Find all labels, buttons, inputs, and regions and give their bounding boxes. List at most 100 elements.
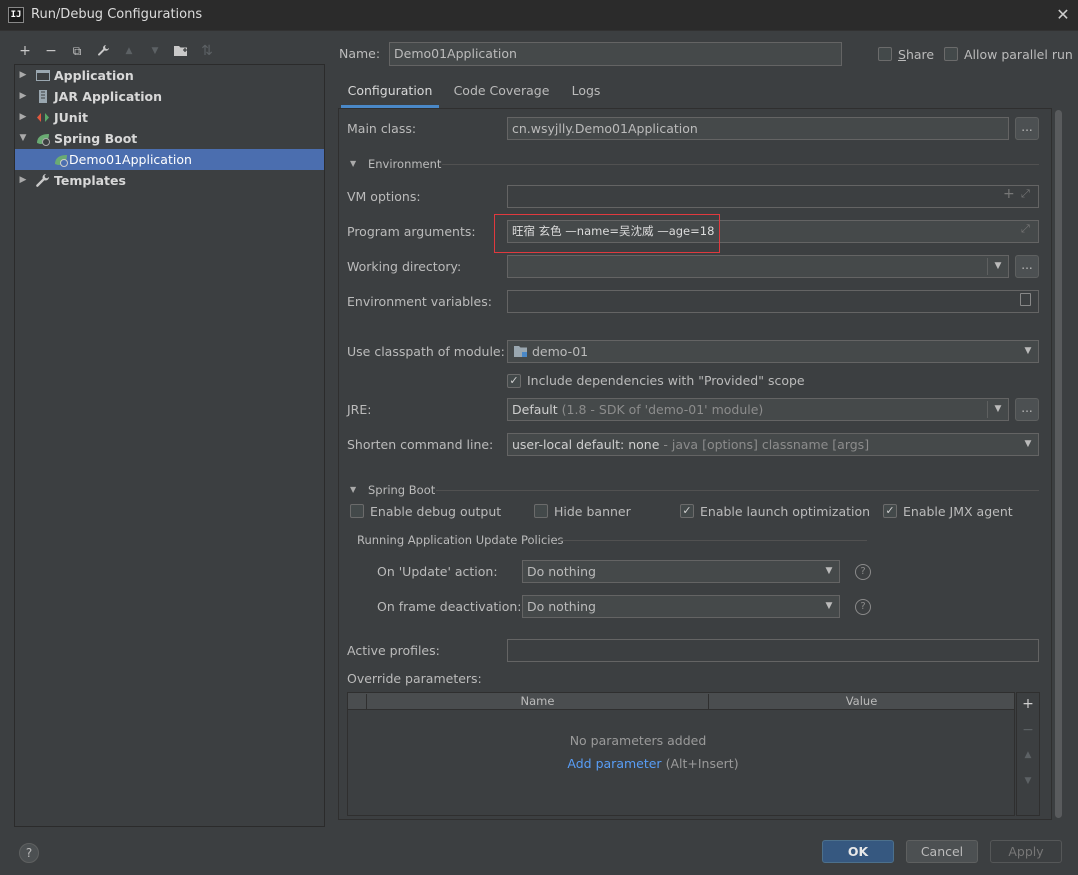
help-icon[interactable]: ?	[855, 599, 871, 615]
sort-icon[interactable]: ⇅	[196, 40, 218, 62]
dropdown-arrow-icon[interactable]: ▼	[819, 561, 839, 582]
enable-launch-optimization-checkbox[interactable]: ✓	[680, 504, 694, 518]
jre-label: JRE:	[347, 402, 372, 417]
add-row-icon[interactable]: +	[1017, 696, 1039, 712]
tab-configuration[interactable]: Configuration	[341, 78, 439, 108]
vm-options-field[interactable]	[507, 185, 1039, 208]
spring-boot-divider	[436, 490, 1039, 491]
shorten-command-detail: - java [options] classname [args]	[663, 437, 870, 452]
apply-button[interactable]: Apply	[990, 840, 1062, 863]
classpath-module-combo[interactable]: demo-01 ▼	[507, 340, 1039, 363]
dialog-help-button[interactable]: ?	[19, 843, 39, 863]
move-up-icon[interactable]: ▲	[118, 40, 140, 62]
tab-code-coverage[interactable]: Code Coverage	[449, 78, 554, 108]
working-directory-combo[interactable]: ▼	[507, 255, 1009, 278]
override-parameters-label: Override parameters:	[347, 671, 482, 686]
expand-field-icon[interactable]: ⤢	[1021, 222, 1030, 236]
configuration-tree: ▶ Application ▶ JAR Application ▶ JUnit …	[14, 64, 325, 827]
name-field[interactable]: Demo01Application	[389, 42, 842, 66]
intellij-app-icon: IJ	[8, 7, 24, 23]
highlight-box	[494, 214, 720, 253]
remove-row-icon[interactable]: −	[1017, 722, 1039, 738]
dropdown-arrow-icon[interactable]: ▼	[988, 256, 1008, 277]
active-profiles-field[interactable]	[507, 639, 1039, 662]
tree-item-junit[interactable]: ▶ JUnit	[15, 107, 324, 128]
wrench-icon[interactable]	[92, 40, 114, 62]
tree-item-label: JUnit	[54, 110, 88, 125]
on-frame-deactivation-combo[interactable]: Do nothing ▼	[522, 595, 840, 618]
edit-variables-icon[interactable]	[1020, 293, 1031, 306]
collapse-environment-icon[interactable]: ▼	[350, 159, 356, 168]
cancel-button[interactable]: Cancel	[906, 840, 978, 863]
collapse-arrow-icon[interactable]: ▼	[17, 128, 29, 149]
move-row-up-icon[interactable]: ▲	[1017, 750, 1039, 760]
main-class-browse-button[interactable]: ...	[1015, 117, 1039, 140]
expand-field-icon[interactable]: ⤢	[1021, 187, 1030, 201]
ok-button[interactable]: OK	[822, 840, 894, 863]
jre-browse-button[interactable]: ...	[1015, 398, 1039, 421]
classpath-module-value: demo-01	[532, 344, 589, 359]
on-frame-deactivation-value: Do nothing	[527, 599, 596, 614]
environment-variables-field[interactable]	[507, 290, 1039, 313]
share-checkbox[interactable]	[878, 47, 892, 61]
tree-toolbar: + − ⧉ ▲ ▼ ⇅	[14, 40, 218, 62]
hide-banner-checkbox[interactable]	[534, 504, 548, 518]
expand-arrow-icon[interactable]: ▶	[17, 107, 29, 128]
tree-item-spring-boot[interactable]: ▼ Spring Boot	[15, 128, 324, 149]
override-parameters-table	[347, 692, 1015, 816]
expand-arrow-icon[interactable]: ▶	[17, 86, 29, 107]
dropdown-arrow-icon[interactable]: ▼	[988, 399, 1008, 420]
panel-scrollbar-thumb[interactable]	[1055, 110, 1062, 818]
jre-combo[interactable]: Default (1.8 - SDK of 'demo-01' module) …	[507, 398, 1009, 421]
add-parameter-link[interactable]: Add parameter	[567, 756, 661, 771]
expand-arrow-icon[interactable]: ▶	[17, 65, 29, 86]
add-option-icon[interactable]: +	[1003, 186, 1015, 202]
tree-item-demo01application[interactable]: Demo01Application	[15, 149, 324, 170]
tab-logs[interactable]: Logs	[563, 78, 609, 108]
empty-table-text: No parameters added	[569, 733, 707, 748]
tree-item-jar-application[interactable]: ▶ JAR Application	[15, 86, 324, 107]
tree-item-application[interactable]: ▶ Application	[15, 65, 324, 86]
shorten-command-value: user-local default: none	[512, 437, 660, 452]
expand-arrow-icon[interactable]: ▶	[17, 170, 29, 191]
jre-value: Default	[512, 402, 558, 417]
enable-debug-output-checkbox[interactable]	[350, 504, 364, 518]
remove-icon[interactable]: −	[40, 40, 62, 62]
folder-icon[interactable]	[170, 40, 192, 62]
main-class-label: Main class:	[347, 121, 417, 136]
allow-parallel-run-checkbox[interactable]	[944, 47, 958, 61]
tree-item-label: Application	[54, 68, 134, 83]
window-title: Run/Debug Configurations	[31, 7, 203, 22]
add-icon[interactable]: +	[14, 40, 36, 62]
move-down-icon[interactable]: ▼	[144, 40, 166, 62]
spring-boot-icon	[37, 134, 50, 146]
help-icon[interactable]: ?	[855, 564, 871, 580]
active-profiles-label: Active profiles:	[347, 643, 440, 658]
environment-section-title: Environment	[368, 157, 442, 171]
add-parameter-row: Add parameter (Alt+Insert)	[348, 756, 958, 771]
table-side-toolbar: + − ▲ ▼	[1016, 692, 1040, 816]
dropdown-arrow-icon[interactable]: ▼	[1018, 341, 1038, 362]
collapse-spring-boot-icon[interactable]: ▼	[350, 485, 356, 494]
environment-variables-label: Environment variables:	[347, 294, 492, 309]
enable-jmx-agent-checkbox[interactable]: ✓	[883, 504, 897, 518]
working-directory-label: Working directory:	[347, 259, 462, 274]
include-dependencies-checkbox[interactable]: ✓	[507, 374, 521, 388]
column-header-value[interactable]: Value	[709, 694, 1014, 709]
main-class-field[interactable]: cn.wsyjlly.Demo01Application	[507, 117, 1009, 140]
move-row-down-icon[interactable]: ▼	[1017, 776, 1039, 786]
column-header-name[interactable]: Name	[367, 694, 708, 709]
update-policies-title: Running Application Update Policies	[357, 533, 564, 547]
include-dependencies-label: Include dependencies with "Provided" sco…	[527, 373, 805, 388]
tree-item-templates[interactable]: ▶ Templates	[15, 170, 324, 191]
working-directory-browse-button[interactable]: ...	[1015, 255, 1039, 278]
dropdown-arrow-icon[interactable]: ▼	[819, 596, 839, 617]
dropdown-arrow-icon[interactable]: ▼	[1018, 434, 1038, 455]
jre-value-detail: (1.8 - SDK of 'demo-01' module)	[561, 402, 764, 417]
on-update-action-combo[interactable]: Do nothing ▼	[522, 560, 840, 583]
copy-icon[interactable]: ⧉	[66, 40, 88, 62]
shorten-command-line-label: Shorten command line:	[347, 437, 494, 452]
shorten-command-line-combo[interactable]: user-local default: none - java [options…	[507, 433, 1039, 456]
tree-item-label: Demo01Application	[69, 152, 192, 167]
close-window-button[interactable]: ✕	[1052, 4, 1074, 26]
